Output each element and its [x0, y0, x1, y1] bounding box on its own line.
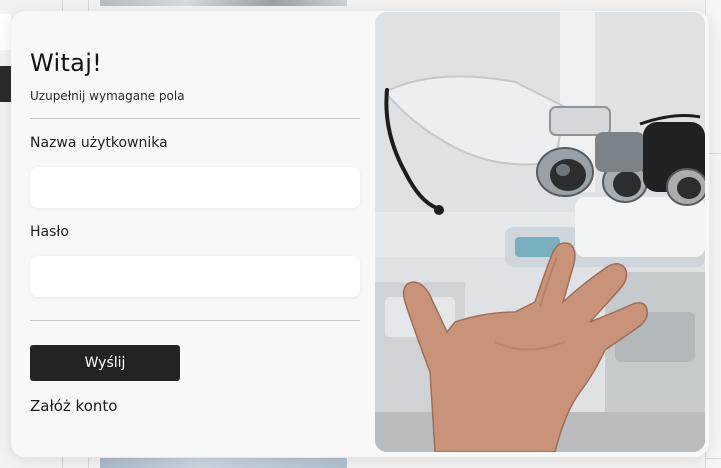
register-link[interactable]: Załóż konto — [30, 397, 117, 415]
password-label: Hasło — [30, 224, 69, 240]
divider — [30, 118, 360, 119]
hero-photo — [375, 12, 705, 452]
username-label: Nazwa użytkownika — [30, 135, 168, 151]
login-form: Witaj! Uzupełnij wymagane pola Nazwa uży… — [30, 11, 360, 457]
page-title: Witaj! — [30, 49, 103, 77]
submit-button[interactable]: Wyślij — [30, 345, 180, 381]
background-image-tile — [100, 458, 347, 468]
password-field[interactable] — [30, 256, 360, 297]
dental-loupes-illustration — [375, 12, 705, 452]
background-divider — [705, 458, 721, 459]
background-image-tile — [100, 0, 347, 6]
username-field[interactable] — [30, 167, 360, 208]
background-panel — [0, 14, 11, 50]
divider — [30, 320, 360, 321]
background-dark-tab — [0, 66, 11, 102]
login-modal: Witaj! Uzupełnij wymagane pola Nazwa uży… — [11, 11, 709, 457]
form-subtitle: Uzupełnij wymagane pola — [30, 89, 185, 103]
